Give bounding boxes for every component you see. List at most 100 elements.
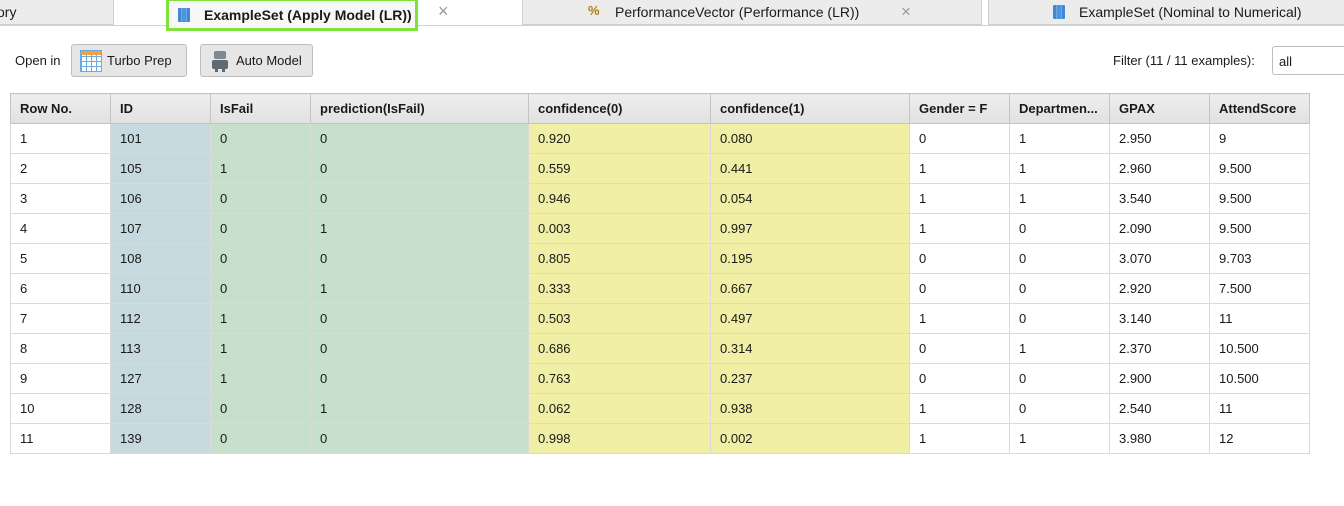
tab-repository[interactable]: ory: [0, 0, 114, 25]
table-row[interactable]: 8 113 1 0 0.686 0.314 0 1 2.370 10.500: [10, 333, 1310, 364]
table-row[interactable]: 3 106 0 0 0.946 0.054 1 1 3.540 9.500: [10, 183, 1310, 214]
column-header[interactable]: AttendScore: [1209, 93, 1310, 124]
column-header[interactable]: Departmen...: [1009, 93, 1110, 124]
table-cell: 2.900: [1109, 363, 1210, 394]
table-cell: 1: [909, 183, 1010, 214]
table-row[interactable]: 10 128 0 1 0.062 0.938 1 0 2.540 11: [10, 393, 1310, 424]
table-cell: 0: [1009, 393, 1110, 424]
auto-model-label: Auto Model: [236, 53, 302, 68]
table-row[interactable]: 7 112 1 0 0.503 0.497 1 0 3.140 11: [10, 303, 1310, 334]
column-header[interactable]: Row No.: [10, 93, 111, 124]
table-cell: 0: [310, 153, 529, 184]
table-cell: 3.980: [1109, 423, 1210, 454]
table-cell: 0: [1009, 363, 1110, 394]
table-cell: 0.920: [528, 123, 711, 154]
close-icon[interactable]: ×: [438, 1, 449, 22]
tab-exampleset-apply-model[interactable]: ExampleSet (Apply Model (LR)): [166, 0, 418, 31]
table-cell: 1: [1009, 183, 1110, 214]
table-cell: 1: [310, 213, 529, 244]
table-cell: 105: [110, 153, 211, 184]
table-row[interactable]: 11 139 0 0 0.998 0.002 1 1 3.980 12: [10, 423, 1310, 454]
table-row[interactable]: 5 108 0 0 0.805 0.195 0 0 3.070 9.703: [10, 243, 1310, 274]
table-cell: 1: [310, 273, 529, 304]
table-cell: 1: [310, 393, 529, 424]
table-cell: 0: [310, 123, 529, 154]
table-cell: 2.950: [1109, 123, 1210, 154]
table-cell: 4: [10, 213, 111, 244]
table-cell: 1: [210, 303, 311, 334]
close-icon[interactable]: ×: [901, 2, 911, 22]
table-cell: 127: [110, 363, 211, 394]
table-row[interactable]: 2 105 1 0 0.559 0.441 1 1 2.960 9.500: [10, 153, 1310, 184]
table-cell: 8: [10, 333, 111, 364]
table-cell: 7: [10, 303, 111, 334]
column-header[interactable]: ID: [110, 93, 211, 124]
table-cell: 0: [210, 213, 311, 244]
column-header[interactable]: Gender = F: [909, 93, 1010, 124]
column-header[interactable]: GPAX: [1109, 93, 1210, 124]
table-cell: 9.500: [1209, 213, 1310, 244]
table-row[interactable]: 6 110 0 1 0.333 0.667 0 0 2.920 7.500: [10, 273, 1310, 304]
table-cell: 1: [1009, 153, 1110, 184]
column-header[interactable]: confidence(1): [710, 93, 910, 124]
column-header[interactable]: confidence(0): [528, 93, 711, 124]
table-cell: 9.703: [1209, 243, 1310, 274]
turbo-prep-button[interactable]: Turbo Prep: [71, 44, 187, 77]
table-cell: 0.503: [528, 303, 711, 334]
table-cell: 0.441: [710, 153, 910, 184]
tab-exampleset-nominal-to-numerical[interactable]: ExampleSet (Nominal to Numerical): [988, 0, 1344, 25]
table-cell: 9.500: [1209, 153, 1310, 184]
auto-model-button[interactable]: Auto Model: [200, 44, 313, 77]
table-cell: 0.002: [710, 423, 910, 454]
table-cell: 112: [110, 303, 211, 334]
table-cell: 9.500: [1209, 183, 1310, 214]
table-cell: 2.090: [1109, 213, 1210, 244]
table-cell: 1: [1009, 123, 1110, 154]
table-cell: 0: [210, 243, 311, 274]
table-cell: 10.500: [1209, 363, 1310, 394]
table-cell: 7.500: [1209, 273, 1310, 304]
table-cell: 3.070: [1109, 243, 1210, 274]
table-cell: 1: [1009, 333, 1110, 364]
table-cell: 0.003: [528, 213, 711, 244]
table-row[interactable]: 9 127 1 0 0.763 0.237 0 0 2.900 10.500: [10, 363, 1310, 394]
table-cell: 0: [1009, 273, 1110, 304]
column-header[interactable]: prediction(IsFail): [310, 93, 529, 124]
table-cell: 0.195: [710, 243, 910, 274]
column-header[interactable]: IsFail: [210, 93, 311, 124]
results-tab-strip: ory ExampleSet (Apply Model (LR)) × % Pe…: [0, 0, 1344, 31]
table-cell: 106: [110, 183, 211, 214]
table-cell: 1: [1009, 423, 1110, 454]
table-cell: 0.938: [710, 393, 910, 424]
table-cell: 110: [110, 273, 211, 304]
table-cell: 2.960: [1109, 153, 1210, 184]
turbo-prep-icon: [80, 49, 102, 72]
table-icon: [1053, 5, 1065, 19]
table-cell: 0: [1009, 303, 1110, 334]
table-cell: 11: [10, 423, 111, 454]
table-cell: 0: [1009, 243, 1110, 274]
tab-performance-vector[interactable]: % PerformanceVector (Performance (LR)) ×: [522, 0, 982, 25]
table-cell: 6: [10, 273, 111, 304]
table-cell: 0: [909, 363, 1010, 394]
table-cell: 1: [210, 153, 311, 184]
table-cell: 2.370: [1109, 333, 1210, 364]
filter-select[interactable]: all: [1272, 46, 1344, 75]
table-cell: 0: [210, 183, 311, 214]
table-cell: 0.559: [528, 153, 711, 184]
table-cell: 0.054: [710, 183, 910, 214]
table-cell: 1: [210, 333, 311, 364]
table-cell: 0: [310, 183, 529, 214]
table-cell: 0.946: [528, 183, 711, 214]
table-cell: 10.500: [1209, 333, 1310, 364]
table-row[interactable]: 4 107 0 1 0.003 0.997 1 0 2.090 9.500: [10, 213, 1310, 244]
table-cell: 0: [909, 333, 1010, 364]
table-cell: 9: [1209, 123, 1310, 154]
table-cell: 3.140: [1109, 303, 1210, 334]
table-row[interactable]: 1 101 0 0 0.920 0.080 0 1 2.950 9: [10, 123, 1310, 154]
table-cell: 11: [1209, 303, 1310, 334]
table-cell: 0: [210, 393, 311, 424]
table-cell: 0.333: [528, 273, 711, 304]
table-cell: 0.062: [528, 393, 711, 424]
table-cell: 3: [10, 183, 111, 214]
